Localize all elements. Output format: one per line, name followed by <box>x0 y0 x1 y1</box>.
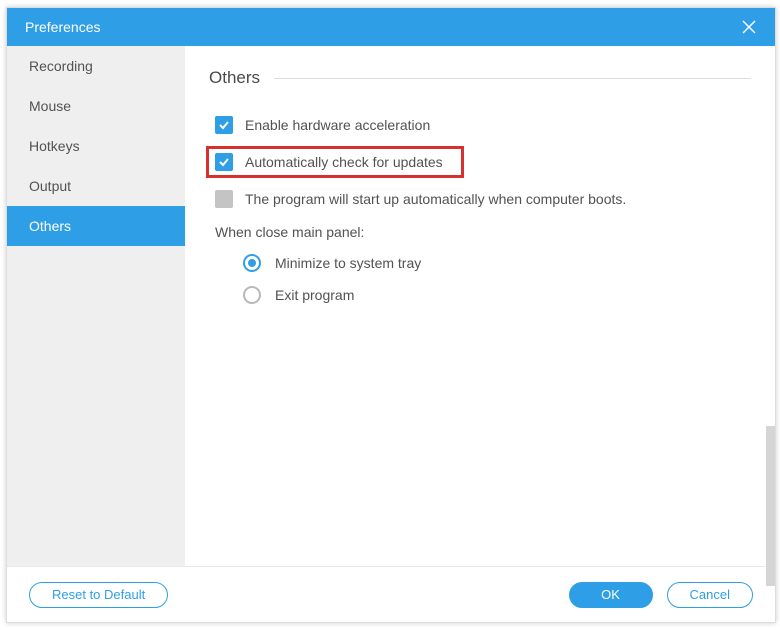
checkbox-startup[interactable] <box>215 190 233 208</box>
footer: Reset to Default OK Cancel <box>7 566 775 622</box>
row-startup[interactable]: The program will start up automatically … <box>209 190 751 208</box>
sidebar-item-output[interactable]: Output <box>7 166 185 206</box>
scrollbar[interactable] <box>766 426 775 586</box>
row-hw-accel[interactable]: Enable hardware acceleration <box>209 116 751 134</box>
label-auto-update: Automatically check for updates <box>245 154 443 170</box>
section-divider <box>274 78 751 79</box>
radio-row-minimize[interactable]: Minimize to system tray <box>209 254 751 272</box>
sidebar-item-mouse[interactable]: Mouse <box>7 86 185 126</box>
checkbox-hw-accel[interactable] <box>215 116 233 134</box>
radio-row-exit[interactable]: Exit program <box>209 286 751 304</box>
preferences-window: Preferences Recording Mouse Hotkeys Outp… <box>6 7 776 623</box>
section-header: Others <box>209 68 751 88</box>
row-auto-update[interactable]: Automatically check for updates <box>206 146 464 178</box>
sidebar-item-others[interactable]: Others <box>7 206 185 246</box>
label-hw-accel: Enable hardware acceleration <box>245 117 430 133</box>
titlebar: Preferences <box>7 8 775 46</box>
section-title: Others <box>209 68 260 88</box>
label-minimize: Minimize to system tray <box>275 255 421 271</box>
reset-button[interactable]: Reset to Default <box>29 582 168 608</box>
sidebar-item-recording[interactable]: Recording <box>7 46 185 86</box>
cancel-button[interactable]: Cancel <box>667 582 753 608</box>
checkbox-auto-update[interactable] <box>215 153 233 171</box>
label-exit: Exit program <box>275 287 354 303</box>
content-panel: Others Enable hardware acceleration Auto… <box>185 46 775 566</box>
sidebar-item-hotkeys[interactable]: Hotkeys <box>7 126 185 166</box>
ok-button[interactable]: OK <box>569 582 653 608</box>
close-icon[interactable] <box>741 19 757 35</box>
radio-minimize[interactable] <box>243 254 261 272</box>
body: Recording Mouse Hotkeys Output Others Ot… <box>7 46 775 566</box>
group-label-close-panel: When close main panel: <box>209 224 751 240</box>
sidebar: Recording Mouse Hotkeys Output Others <box>7 46 185 566</box>
titlebar-title: Preferences <box>25 19 100 35</box>
radio-exit[interactable] <box>243 286 261 304</box>
label-startup: The program will start up automatically … <box>245 191 626 207</box>
